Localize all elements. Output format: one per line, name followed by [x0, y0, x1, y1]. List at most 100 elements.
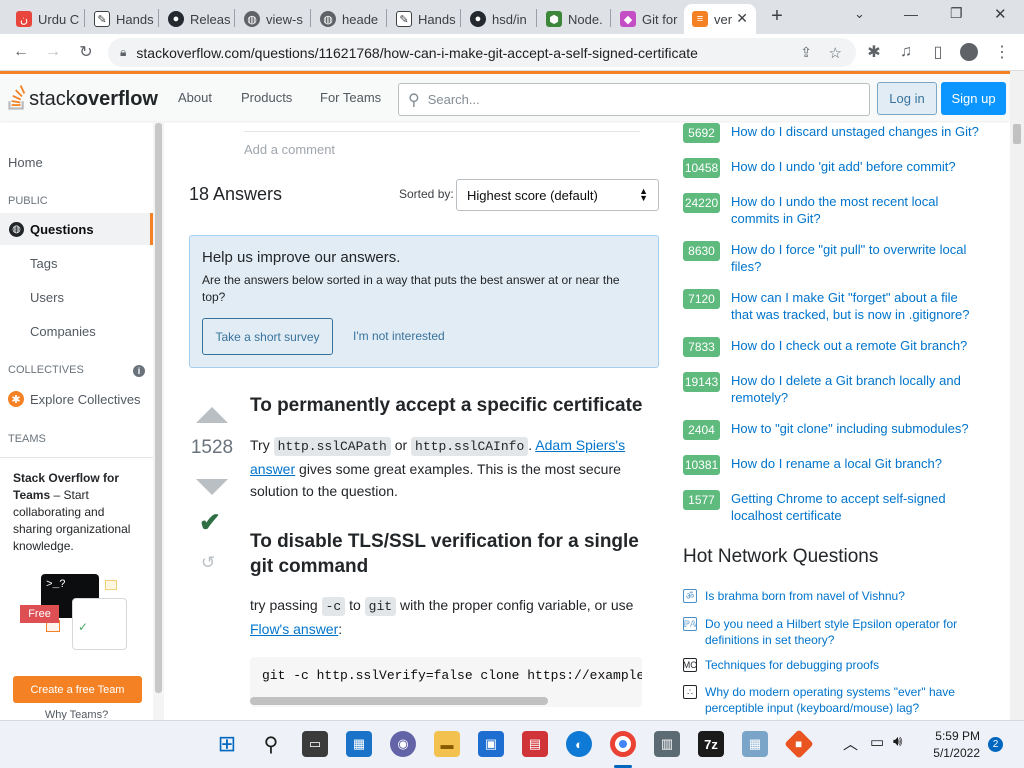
close-window-icon[interactable]: ✕	[994, 5, 1007, 23]
nav-for-teams[interactable]: For Teams	[320, 90, 381, 105]
bookmark-star-icon[interactable]: ☆	[829, 44, 842, 62]
signup-button[interactable]: Sign up	[941, 82, 1006, 115]
hot-network-question[interactable]: ॐ Is brahma born from navel of Vishnu?	[683, 588, 983, 604]
app-icon[interactable]: ▥	[654, 731, 680, 757]
extensions-icon[interactable]: ✱	[862, 40, 886, 64]
app-icon[interactable]: ▦	[742, 731, 768, 757]
stackoverflow-logo[interactable]: stack overflow	[8, 83, 158, 115]
sidebar-scrollbar-thumb[interactable]	[155, 123, 162, 693]
7zip-icon[interactable]: 7z	[698, 731, 724, 757]
tab-search-icon[interactable]: ⌄	[854, 6, 865, 22]
linked-question[interactable]: 10458 How do I undo 'git add' before comm…	[683, 158, 983, 178]
browser-tab[interactable]: ⬢ Node.	[538, 4, 608, 34]
info-icon[interactable]: i	[133, 365, 145, 377]
browser-tab[interactable]: ◆ Git for	[612, 4, 682, 34]
network-icon[interactable]: ▭	[870, 733, 884, 751]
hot-question-link[interactable]: Is brahma born from navel of Vishnu?	[705, 588, 905, 604]
hot-network-question[interactable]: ℙ𝔸 Do you need a Hilbert style Epsilon op…	[683, 616, 983, 648]
upvote-icon[interactable]	[196, 407, 228, 423]
downvote-icon[interactable]	[196, 479, 228, 495]
browser-menu-icon[interactable]: ⋮	[990, 40, 1014, 64]
question-title-link[interactable]: How do I delete a Git branch locally and…	[731, 372, 983, 406]
take-survey-button[interactable]: Take a short survey	[202, 318, 333, 355]
browser-tab[interactable]: ● Releas	[160, 4, 232, 34]
edge-icon[interactable]: ◐	[566, 731, 592, 757]
add-comment-link[interactable]: Add a comment	[244, 142, 335, 157]
sort-select[interactable]: Highest score (default) ▲ ▼	[456, 179, 659, 211]
create-team-button[interactable]: Create a free Team	[13, 676, 142, 703]
new-tab-button[interactable]: +	[766, 6, 788, 28]
not-interested-button[interactable]: I'm not interested	[353, 329, 445, 343]
flows-answer-link[interactable]: Flow's answer	[250, 621, 338, 637]
search-input[interactable]: ⚲ Search...	[398, 83, 870, 116]
file-explorer-icon[interactable]: ▬	[434, 731, 460, 757]
question-title-link[interactable]: How do I rename a local Git branch?	[731, 455, 942, 475]
profile-avatar-icon[interactable]	[957, 40, 981, 64]
sidebar-item-users[interactable]: Users	[30, 290, 64, 305]
history-icon[interactable]: ↺	[201, 553, 215, 573]
linked-question[interactable]: 1577 Getting Chrome to accept self-signed…	[683, 490, 983, 524]
media-control-icon[interactable]: ♫	[894, 40, 918, 64]
sidebar-scrollbar[interactable]	[153, 121, 164, 720]
task-view-icon[interactable]: ▭	[302, 731, 328, 757]
nav-products[interactable]: Products	[241, 90, 292, 105]
browser-tab[interactable]: ◍ heade	[312, 4, 384, 34]
nav-about[interactable]: About	[178, 90, 212, 105]
hot-network-question[interactable]: ∴ Why do modern operating systems "ever" …	[683, 684, 983, 716]
widgets-icon[interactable]: ▦	[346, 731, 372, 757]
chrome-icon[interactable]	[610, 731, 636, 757]
chat-icon[interactable]: ◉	[390, 731, 416, 757]
volume-icon[interactable]: 🔊︎	[893, 733, 902, 750]
back-icon[interactable]: ←	[9, 40, 33, 64]
page-scrollbar[interactable]	[1010, 71, 1024, 720]
question-title-link[interactable]: How do I check out a remote Git branch?	[731, 337, 967, 357]
code-horizontal-scrollbar[interactable]	[250, 697, 548, 705]
sidebar-item-companies[interactable]: Companies	[30, 324, 96, 339]
browser-tab[interactable]: ✎ Hands	[86, 4, 156, 34]
linked-question[interactable]: 7833 How do I check out a remote Git bran…	[683, 337, 983, 357]
store-icon[interactable]: ▣	[478, 731, 504, 757]
browser-tab[interactable]: ✎ Hands	[388, 4, 458, 34]
windows-start-icon[interactable]: ⊞	[214, 731, 240, 757]
clock-date[interactable]: 5/1/2022	[924, 746, 980, 760]
question-title-link[interactable]: How do I force "git pull" to overwrite l…	[731, 241, 983, 275]
reload-icon[interactable]: ↻	[74, 40, 98, 64]
sidebar-item-home[interactable]: Home	[8, 155, 43, 170]
show-hidden-icons[interactable]: ︿	[843, 733, 858, 754]
side-panel-icon[interactable]: ▯	[926, 40, 950, 64]
question-title-link[interactable]: How to "git clone" including submodules?	[731, 420, 969, 440]
linked-question[interactable]: 7120 How can I make Git "forget" about a …	[683, 289, 983, 323]
linked-question[interactable]: 10381 How do I rename a local Git branch?	[683, 455, 983, 475]
linked-question[interactable]: 24220 How do I undo the most recent local…	[683, 193, 983, 227]
sidebar-item-tags[interactable]: Tags	[30, 256, 57, 271]
sidebar-item-explore-collectives[interactable]: ✱ Explore Collectives	[8, 391, 141, 407]
hot-question-link[interactable]: Techniques for debugging proofs	[705, 657, 879, 673]
linked-question[interactable]: 5692 How do I discard unstaged changes in…	[683, 123, 983, 143]
browser-tab[interactable]: ن Urdu C	[8, 4, 82, 34]
browser-tab-active[interactable]: ≡ ver ✕	[684, 4, 756, 34]
forward-icon[interactable]: →	[41, 40, 65, 64]
browser-tab[interactable]: ● hsd/in	[462, 4, 534, 34]
git-icon[interactable]: ◆	[784, 729, 814, 759]
linked-question[interactable]: 19143 How do I delete a Git branch locall…	[683, 372, 983, 406]
hot-question-link[interactable]: Why do modern operating systems "ever" h…	[705, 684, 983, 716]
hot-question-link[interactable]: Do you need a Hilbert style Epsilon oper…	[705, 616, 983, 648]
linked-question[interactable]: 2404 How to "git clone" including submodu…	[683, 420, 983, 440]
linked-question[interactable]: 8630 How do I force "git pull" to overwri…	[683, 241, 983, 275]
notification-badge[interactable]: 2	[988, 737, 1003, 752]
clock-time[interactable]: 5:59 PM	[924, 729, 980, 743]
question-title-link[interactable]: How do I undo the most recent local comm…	[731, 193, 983, 227]
app-icon[interactable]: ▤	[522, 731, 548, 757]
login-button[interactable]: Log in	[877, 82, 937, 115]
address-bar[interactable]: 🔒︎ stackoverflow.com/questions/11621768/…	[108, 38, 856, 67]
close-tab-icon[interactable]: ✕	[736, 10, 748, 27]
question-title-link[interactable]: How do I discard unstaged changes in Git…	[731, 123, 979, 143]
hot-network-question[interactable]: MO Techniques for debugging proofs	[683, 657, 983, 673]
search-icon[interactable]: ⚲	[258, 731, 284, 757]
question-title-link[interactable]: How do I undo 'git add' before commit?	[731, 158, 956, 178]
minimize-icon[interactable]: —	[904, 6, 918, 22]
question-title-link[interactable]: How can I make Git "forget" about a file…	[731, 289, 983, 323]
restore-icon[interactable]: ❐	[950, 5, 963, 22]
sidebar-item-questions[interactable]: ◍ Questions	[0, 213, 153, 245]
browser-tab[interactable]: ◍ view-s	[236, 4, 308, 34]
